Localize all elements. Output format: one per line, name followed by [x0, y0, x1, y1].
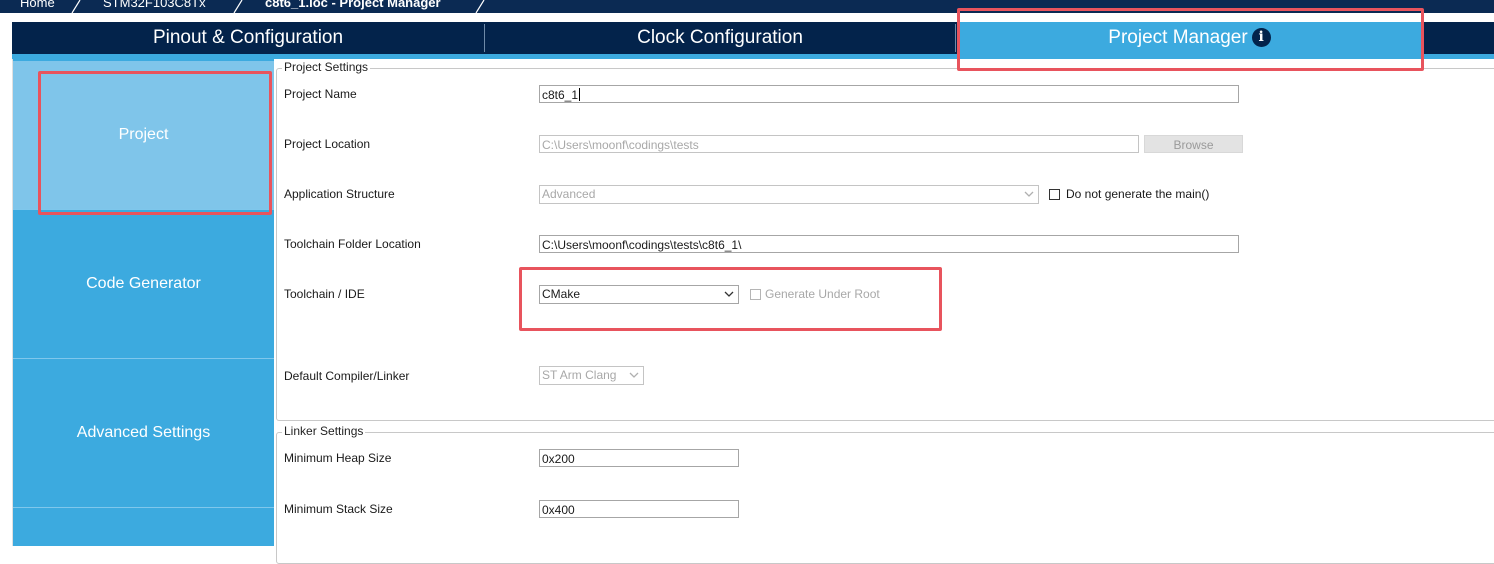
group-title: Project Settings: [282, 60, 371, 74]
chevron-down-icon: [1024, 191, 1034, 197]
chevron-down-icon: [629, 372, 639, 378]
highlight-box-project-manager: [957, 8, 1424, 71]
sidebar-item-next[interactable]: [13, 508, 274, 548]
browse-button[interactable]: Browse: [1144, 135, 1243, 153]
application-structure-label: Application Structure: [284, 187, 395, 201]
project-location-label: Project Location: [284, 137, 371, 151]
tab-divider: [955, 24, 956, 52]
minimum-stack-size-label: Minimum Stack Size: [284, 502, 393, 516]
breadcrumb-separator-icon: [474, 0, 488, 13]
breadcrumb-mcu[interactable]: STM32F103C8Tx: [103, 0, 206, 10]
sidebar-item-advanced-settings[interactable]: Advanced Settings: [13, 359, 274, 508]
project-location-input[interactable]: C:\Users\moonf\codings\tests: [539, 135, 1139, 153]
text-caret: [579, 88, 581, 101]
highlight-box-toolchain: [519, 267, 942, 331]
toolchain-folder-input[interactable]: C:\Users\moonf\codings\tests\c8t6_1\: [539, 235, 1239, 253]
default-compiler-label: Default Compiler/Linker: [284, 369, 410, 383]
do-not-generate-main-checkbox[interactable]: [1049, 189, 1060, 200]
application-structure-select[interactable]: Advanced: [539, 185, 1039, 204]
project-name-label: Project Name: [284, 87, 357, 101]
tab-clock-configuration[interactable]: Clock Configuration: [486, 22, 954, 54]
application-structure-value: Advanced: [542, 187, 596, 201]
breadcrumb-home[interactable]: Home: [20, 0, 55, 10]
breadcrumb-separator-icon: [70, 0, 84, 13]
minimum-stack-size-input[interactable]: 0x400: [539, 500, 739, 518]
tab-divider: [484, 24, 485, 52]
tab-pinout-configuration[interactable]: Pinout & Configuration: [12, 22, 484, 54]
highlight-box-project: [38, 71, 272, 215]
toolchain-folder-label: Toolchain Folder Location: [284, 237, 421, 251]
default-compiler-select[interactable]: ST Arm Clang: [539, 366, 644, 385]
toolchain-ide-label: Toolchain / IDE: [284, 287, 365, 301]
sidebar-item-code-generator[interactable]: Code Generator: [13, 210, 274, 359]
group-title: Linker Settings: [282, 424, 366, 438]
breadcrumb-file[interactable]: c8t6_1.ioc - Project Manager: [265, 0, 441, 10]
linker-settings-group: Linker Settings: [276, 424, 1494, 564]
sidebar-item-label: Advanced Settings: [76, 424, 211, 441]
project-name-value: c8t6_1: [542, 88, 579, 102]
default-compiler-value: ST Arm Clang: [542, 368, 617, 382]
minimum-heap-size-label: Minimum Heap Size: [284, 451, 392, 465]
sidebar-item-label: Code Generator: [86, 275, 201, 292]
breadcrumb-separator-icon: [232, 0, 246, 13]
do-not-generate-main-label: Do not generate the main(): [1066, 187, 1210, 201]
left-collapsed-panel: [0, 59, 13, 546]
minimum-heap-size-input[interactable]: 0x200: [539, 449, 739, 467]
project-name-input[interactable]: c8t6_1: [539, 85, 1239, 103]
